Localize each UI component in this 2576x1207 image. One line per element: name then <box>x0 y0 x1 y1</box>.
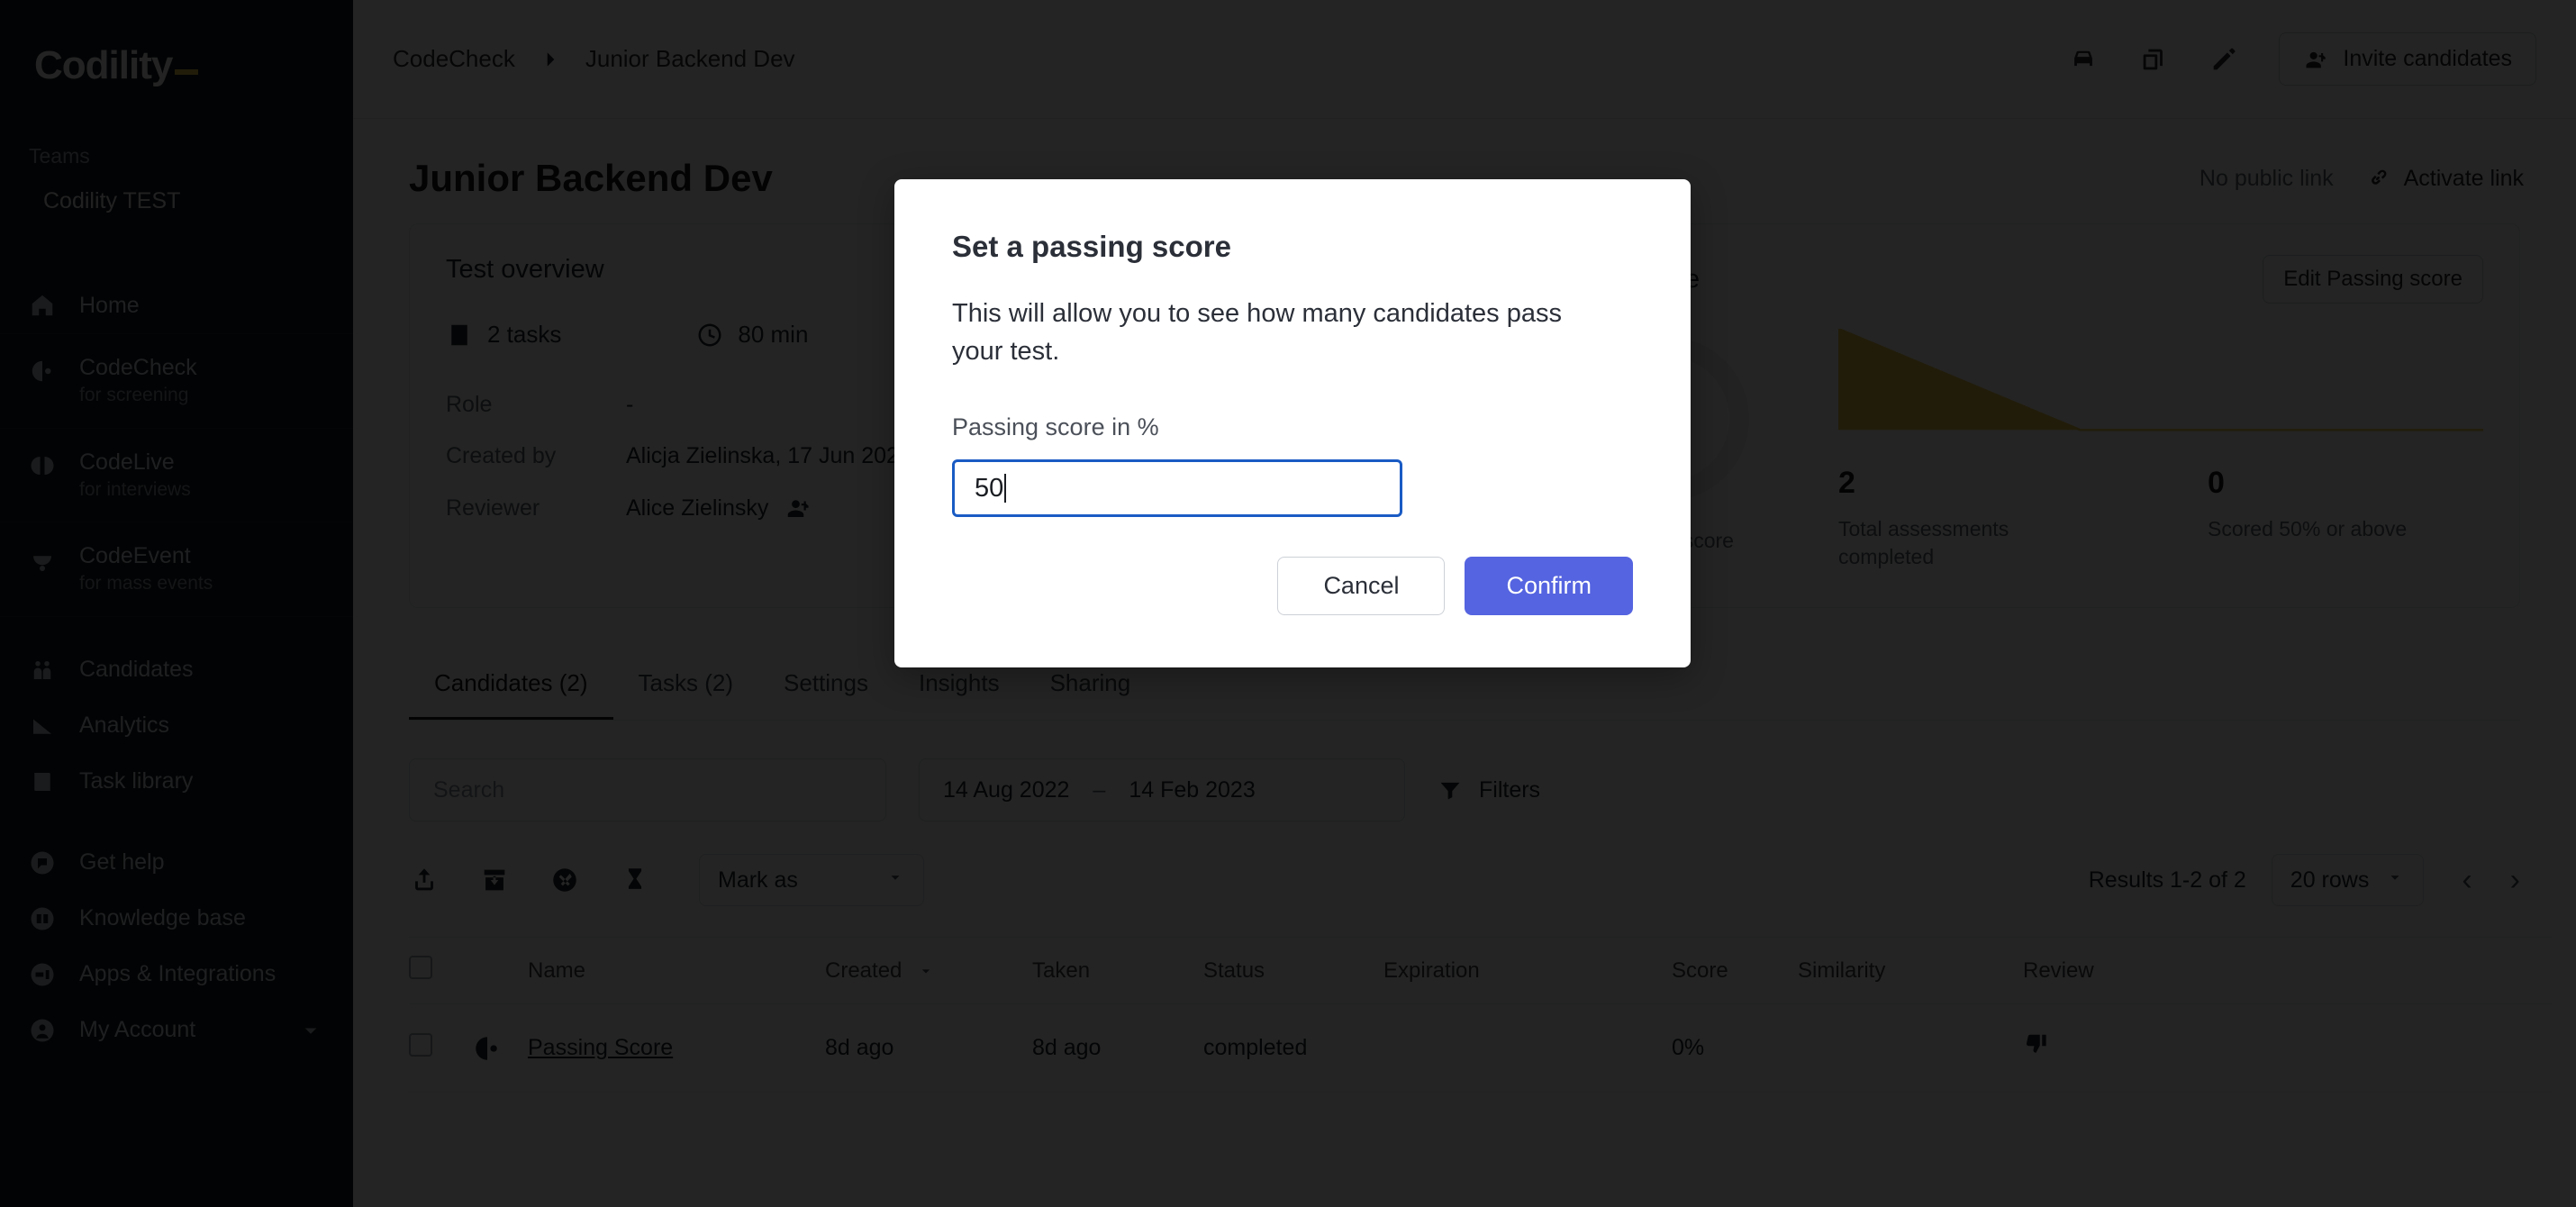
dialog-title: Set a passing score <box>952 230 1231 263</box>
dialog-actions: Cancel Confirm <box>952 557 1633 616</box>
confirm-button[interactable]: Confirm <box>1465 557 1633 616</box>
set-passing-score-dialog: Set a passing score This will allow you … <box>894 179 1691 668</box>
passing-score-input-value: 50 <box>975 473 1004 503</box>
cancel-button[interactable]: Cancel <box>1277 557 1446 616</box>
dialog-body-text: This will allow you to see how many cand… <box>952 299 1562 367</box>
passing-score-field-label: Passing score in % <box>952 413 1159 441</box>
text-caret <box>1004 474 1007 504</box>
passing-score-input[interactable]: 50 <box>952 459 1402 518</box>
